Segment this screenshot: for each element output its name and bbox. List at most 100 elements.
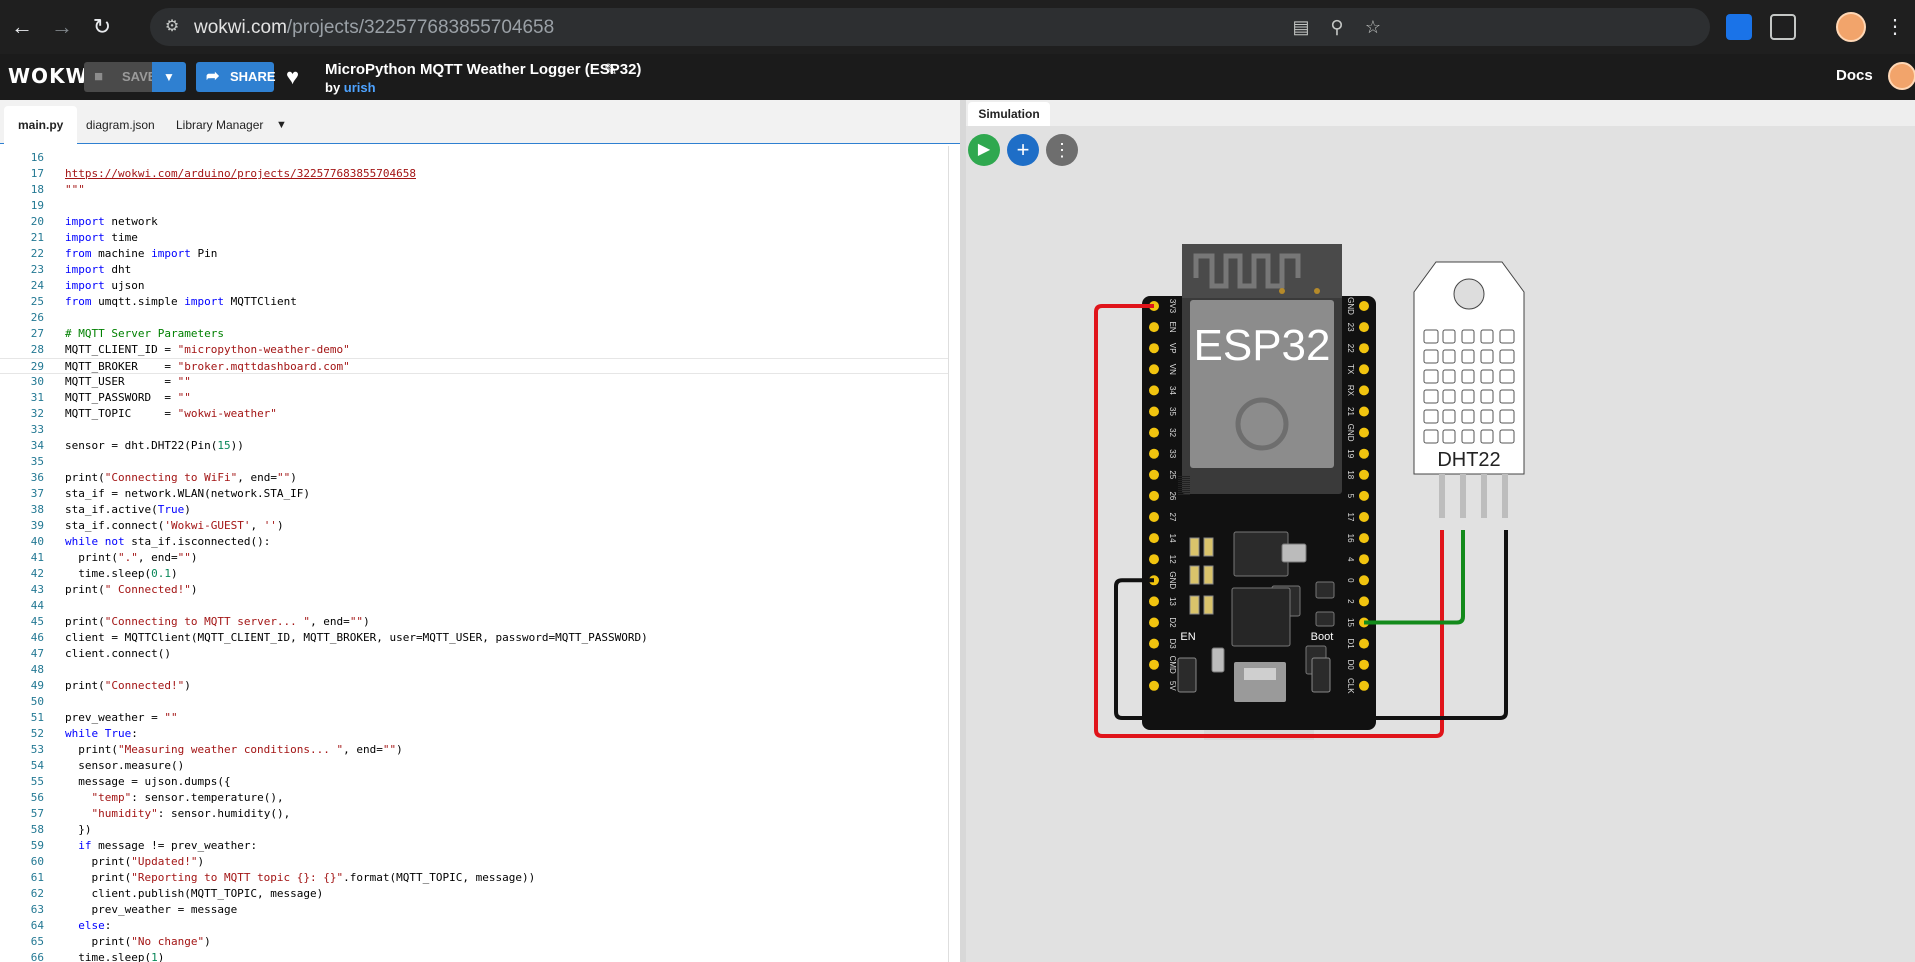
- pin-right-16[interactable]: [1359, 533, 1369, 544]
- code-line[interactable]: 38 sta_if.active(True): [0, 502, 948, 518]
- pin-left-d3[interactable]: [1149, 638, 1159, 649]
- code-line[interactable]: 63 prev_weather = message: [0, 902, 948, 918]
- code-line[interactable]: 42 time.sleep(0.1): [0, 566, 948, 582]
- code-line[interactable]: 41 print(".", end=""): [0, 550, 948, 566]
- code-line[interactable]: 47 client.connect(): [0, 646, 948, 662]
- code-line[interactable]: 27 # MQTT Server Parameters: [0, 326, 948, 342]
- code-line[interactable]: 39 sta_if.connect('Wokwi-GUEST', ''): [0, 518, 948, 534]
- translate-icon[interactable]: ▤: [1290, 16, 1312, 38]
- site-settings-icon[interactable]: ⚙: [162, 17, 182, 37]
- dht22-pin[interactable]: [1502, 474, 1508, 518]
- bookmark-star-icon[interactable]: ☆: [1362, 16, 1384, 38]
- pin-right-18[interactable]: [1359, 469, 1369, 480]
- pin-right-21[interactable]: [1359, 406, 1369, 417]
- pin-right-0[interactable]: [1359, 575, 1369, 586]
- pin-left-en[interactable]: [1149, 322, 1159, 333]
- dht22-pin[interactable]: [1460, 474, 1466, 518]
- pin-right-d1[interactable]: [1359, 638, 1369, 649]
- code-line[interactable]: 32 MQTT_TOPIC = "wokwi-weather": [0, 406, 948, 422]
- code-line[interactable]: 50: [0, 694, 948, 710]
- pin-right-d0[interactable]: [1359, 659, 1369, 670]
- code-line[interactable]: 16: [0, 150, 948, 166]
- code-line[interactable]: 24 import ujson: [0, 278, 948, 294]
- pin-right-gnd[interactable]: [1359, 301, 1369, 311]
- code-line[interactable]: 54 sensor.measure(): [0, 758, 948, 774]
- tab-simulation[interactable]: Simulation: [968, 102, 1050, 126]
- pin-right-22[interactable]: [1359, 343, 1369, 354]
- profile-avatar[interactable]: [1836, 12, 1866, 42]
- pin-left-14[interactable]: [1149, 533, 1159, 544]
- circuit-canvas[interactable]: ESP32EN Boot3V3ENVPVN343532332526271412GN…: [966, 100, 1915, 962]
- code-line[interactable]: 65 print("No change"): [0, 934, 948, 950]
- code-line[interactable]: 56 "temp": sensor.temperature(),: [0, 790, 948, 806]
- code-line[interactable]: 29 MQTT_BROKER = "broker.mqttdashboard.co…: [0, 358, 948, 374]
- editor-scrollbar[interactable]: [948, 146, 960, 962]
- code-line[interactable]: 46 client = MQTTClient(MQTT_CLIENT_ID, MQ…: [0, 630, 948, 646]
- code-line[interactable]: 51 prev_weather = "": [0, 710, 948, 726]
- extensions-puzzle-icon[interactable]: [1770, 14, 1796, 40]
- pin-left-vp[interactable]: [1149, 343, 1159, 354]
- code-line[interactable]: 25 from umqtt.simple import MQTTClient: [0, 294, 948, 310]
- code-line[interactable]: 34 sensor = dht.DHT22(Pin(15)): [0, 438, 948, 454]
- code-line[interactable]: 33: [0, 422, 948, 438]
- add-part-button[interactable]: +: [1007, 134, 1039, 166]
- dht22-pin[interactable]: [1439, 474, 1445, 518]
- code-line[interactable]: 44: [0, 598, 948, 614]
- code-line[interactable]: 59 if message != prev_weather:: [0, 838, 948, 854]
- pin-right-5[interactable]: [1359, 490, 1369, 501]
- boot-button[interactable]: [1311, 657, 1331, 693]
- tabs-dropdown-icon[interactable]: ▼: [276, 106, 287, 144]
- address-bar[interactable]: ⚙ wokwi.com/projects/322577683855704658 …: [150, 8, 1710, 46]
- pin-left-33[interactable]: [1149, 448, 1159, 459]
- pencil-edit-icon[interactable]: ✎: [604, 60, 617, 80]
- wire-data[interactable]: [1364, 530, 1465, 625]
- code-line[interactable]: 40 while not sta_if.isconnected():: [0, 534, 948, 550]
- tab-diagram-json[interactable]: diagram.json: [86, 106, 155, 144]
- share-button[interactable]: ➦ SHARE: [196, 62, 276, 92]
- pin-left-25[interactable]: [1149, 469, 1159, 480]
- code-line[interactable]: 18 """: [0, 182, 948, 198]
- pin-left-cmd[interactable]: [1149, 659, 1159, 670]
- code-line[interactable]: 66 time.sleep(1): [0, 950, 948, 962]
- pin-right-17[interactable]: [1359, 512, 1369, 522]
- forward-arrow-icon[interactable]: →: [48, 13, 76, 41]
- author-link[interactable]: urish: [344, 80, 376, 95]
- pin-left-26[interactable]: [1149, 490, 1159, 501]
- code-line[interactable]: 35: [0, 454, 948, 470]
- pin-left-13[interactable]: [1149, 596, 1159, 607]
- pin-left-32[interactable]: [1149, 427, 1159, 438]
- code-line[interactable]: 37 sta_if = network.WLAN(network.STA_IF): [0, 486, 948, 502]
- code-line[interactable]: 21 import time: [0, 230, 948, 246]
- play-button[interactable]: ▶: [968, 134, 1000, 166]
- code-line[interactable]: 52 while True:: [0, 726, 948, 742]
- code-line[interactable]: 45 print("Connecting to MQTT server... ",…: [0, 614, 948, 630]
- code-line[interactable]: 17 https://wokwi.com/arduino/projects/322…: [0, 166, 948, 182]
- zoom-icon[interactable]: ⚲: [1326, 16, 1348, 38]
- user-avatar[interactable]: [1888, 62, 1915, 90]
- code-line[interactable]: 30 MQTT_USER = "": [0, 374, 948, 390]
- code-line[interactable]: 31 MQTT_PASSWORD = "": [0, 390, 948, 406]
- pin-right-2[interactable]: [1359, 596, 1369, 607]
- code-line[interactable]: 28 MQTT_CLIENT_ID = "micropython-weather-…: [0, 342, 948, 358]
- save-dropdown-button[interactable]: ▼: [152, 62, 186, 92]
- code-line[interactable]: 53 print("Measuring weather conditions..…: [0, 742, 948, 758]
- code-line[interactable]: 57 "humidity": sensor.humidity(),: [0, 806, 948, 822]
- code-line[interactable]: 62 client.publish(MQTT_TOPIC, message): [0, 886, 948, 902]
- code-line[interactable]: 61 print("Reporting to MQTT topic {}: {}…: [0, 870, 948, 886]
- code-line[interactable]: 26: [0, 310, 948, 326]
- code-line[interactable]: 23 import dht: [0, 262, 948, 278]
- dht22-pin[interactable]: [1481, 474, 1487, 518]
- code-line[interactable]: 19: [0, 198, 948, 214]
- pin-right-4[interactable]: [1359, 554, 1369, 565]
- code-line[interactable]: 48: [0, 662, 948, 678]
- pin-right-clk[interactable]: [1359, 680, 1369, 691]
- pin-right-rx[interactable]: [1359, 385, 1369, 396]
- tab-library-manager[interactable]: Library Manager: [176, 106, 263, 144]
- extension-translate-icon[interactable]: [1726, 14, 1752, 40]
- pin-left-27[interactable]: [1149, 512, 1159, 522]
- simulation-menu-button[interactable]: ⋮: [1046, 134, 1078, 166]
- code-line[interactable]: 43 print(" Connected!"): [0, 582, 948, 598]
- code-line[interactable]: 49 print("Connected!"): [0, 678, 948, 694]
- code-line[interactable]: 22 from machine import Pin: [0, 246, 948, 262]
- en-button[interactable]: [1177, 657, 1197, 693]
